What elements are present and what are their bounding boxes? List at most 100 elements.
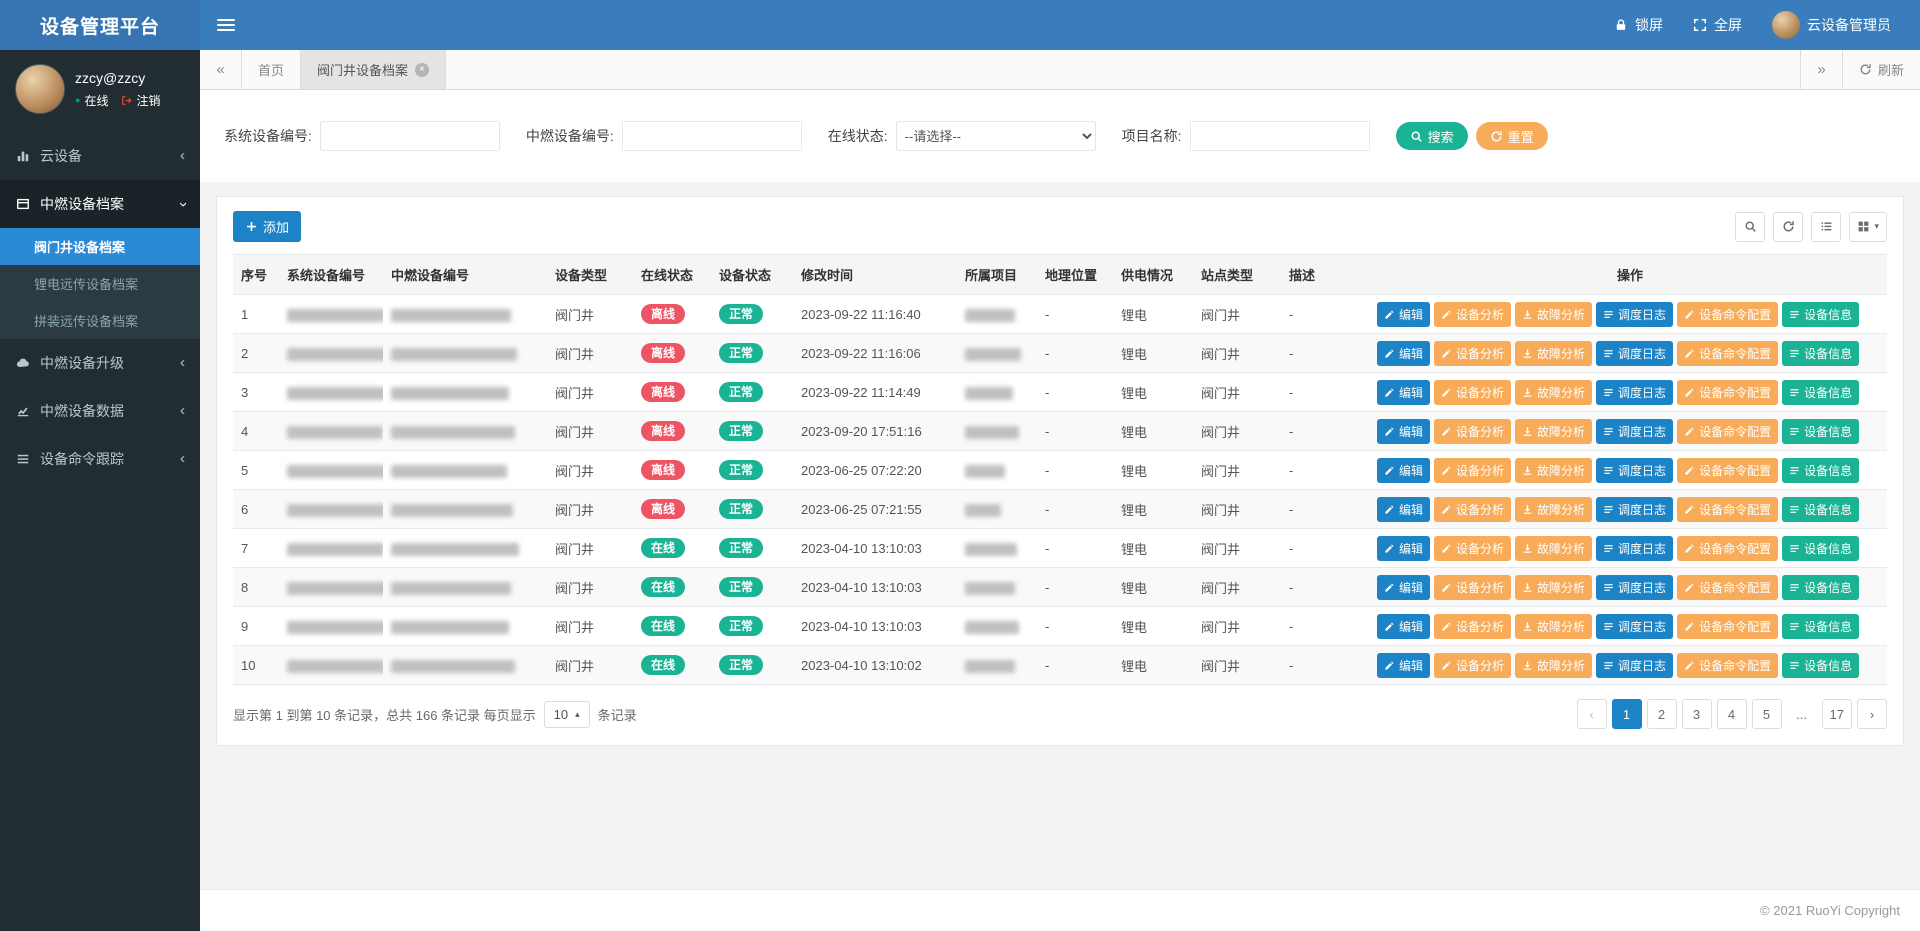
edit-button[interactable]: 编辑 xyxy=(1377,380,1430,405)
device-info-button[interactable]: 设备信息 xyxy=(1782,536,1859,561)
prev-page-button[interactable]: ‹ xyxy=(1577,699,1607,729)
dispatch-log-button[interactable]: 调度日志 xyxy=(1596,614,1673,639)
tabs-scroll-left-button[interactable]: « xyxy=(200,50,242,89)
sidebar-item-link[interactable]: 云设备‹ xyxy=(0,132,200,180)
fault-analysis-button[interactable]: 故障分析 xyxy=(1515,419,1592,444)
device-info-button[interactable]: 设备信息 xyxy=(1782,653,1859,678)
sidebar-subitem[interactable]: 阀门井设备档案 xyxy=(0,228,200,265)
sidebar-item-link[interactable]: 中燃设备升级‹ xyxy=(0,339,200,387)
table-columns-button[interactable] xyxy=(1811,212,1841,242)
logout-link[interactable]: 注销 xyxy=(136,92,160,109)
fault-analysis-button[interactable]: 故障分析 xyxy=(1515,341,1592,366)
table-search-button[interactable] xyxy=(1735,212,1765,242)
tab-active[interactable]: 阀门井设备档案× xyxy=(301,50,446,89)
page-button[interactable]: 5 xyxy=(1752,699,1782,729)
dispatch-log-button[interactable]: 调度日志 xyxy=(1596,575,1673,600)
tabs-scroll-right-button[interactable]: » xyxy=(1800,50,1842,89)
device-analysis-button[interactable]: 设备分析 xyxy=(1434,536,1511,561)
edit-button[interactable]: 编辑 xyxy=(1377,653,1430,678)
device-analysis-button[interactable]: 设备分析 xyxy=(1434,497,1511,522)
edit-button[interactable]: 编辑 xyxy=(1377,419,1430,444)
device-info-button[interactable]: 设备信息 xyxy=(1782,302,1859,327)
dispatch-log-button[interactable]: 调度日志 xyxy=(1596,536,1673,561)
fault-analysis-button[interactable]: 故障分析 xyxy=(1515,536,1592,561)
tab-item[interactable]: 首页 xyxy=(242,50,301,89)
dispatch-log-button[interactable]: 调度日志 xyxy=(1596,341,1673,366)
page-button[interactable]: 17 xyxy=(1822,699,1852,729)
device-info-button[interactable]: 设备信息 xyxy=(1782,419,1859,444)
device-analysis-button[interactable]: 设备分析 xyxy=(1434,458,1511,483)
reset-button[interactable]: 重置 xyxy=(1476,122,1548,150)
search-text-input[interactable] xyxy=(320,121,500,151)
sidebar-item-link[interactable]: 中燃设备数据‹ xyxy=(0,387,200,435)
edit-button[interactable]: 编辑 xyxy=(1377,536,1430,561)
sidebar-subitem[interactable]: 锂电远传设备档案 xyxy=(0,265,200,302)
online-status-select[interactable]: --请选择-- xyxy=(896,121,1096,151)
edit-button[interactable]: 编辑 xyxy=(1377,575,1430,600)
device-analysis-button[interactable]: 设备分析 xyxy=(1434,575,1511,600)
device-info-button[interactable]: 设备信息 xyxy=(1782,614,1859,639)
dispatch-log-button[interactable]: 调度日志 xyxy=(1596,302,1673,327)
command-config-button[interactable]: 设备命令配置 xyxy=(1677,458,1778,483)
sidebar-toggle-button[interactable] xyxy=(200,0,252,50)
fault-analysis-button[interactable]: 故障分析 xyxy=(1515,380,1592,405)
table-refresh-button[interactable] xyxy=(1773,212,1803,242)
sidebar-item-link[interactable]: 中燃设备档案‹ xyxy=(0,180,200,228)
close-tab-icon[interactable]: × xyxy=(415,63,429,77)
edit-button[interactable]: 编辑 xyxy=(1377,302,1430,327)
fault-analysis-button[interactable]: 故障分析 xyxy=(1515,614,1592,639)
device-analysis-button[interactable]: 设备分析 xyxy=(1434,380,1511,405)
dispatch-log-button[interactable]: 调度日志 xyxy=(1596,380,1673,405)
search-text-input[interactable] xyxy=(1190,121,1370,151)
page-size-select[interactable]: 10 ▴ xyxy=(544,701,590,728)
fault-analysis-button[interactable]: 故障分析 xyxy=(1515,458,1592,483)
edit-button[interactable]: 编辑 xyxy=(1377,497,1430,522)
dispatch-log-button[interactable]: 调度日志 xyxy=(1596,419,1673,444)
next-page-button[interactable]: › xyxy=(1857,699,1887,729)
page-button[interactable]: 1 xyxy=(1612,699,1642,729)
command-config-button[interactable]: 设备命令配置 xyxy=(1677,497,1778,522)
device-analysis-button[interactable]: 设备分析 xyxy=(1434,653,1511,678)
command-config-button[interactable]: 设备命令配置 xyxy=(1677,380,1778,405)
sidebar-subitem[interactable]: 拼装远传设备档案 xyxy=(0,302,200,339)
command-config-button[interactable]: 设备命令配置 xyxy=(1677,341,1778,366)
fault-analysis-button[interactable]: 故障分析 xyxy=(1515,575,1592,600)
add-button[interactable]: 添加 xyxy=(233,211,301,242)
lock-screen-button[interactable]: 锁屏 xyxy=(1599,0,1678,50)
device-analysis-button[interactable]: 设备分析 xyxy=(1434,341,1511,366)
edit-button[interactable]: 编辑 xyxy=(1377,341,1430,366)
device-analysis-button[interactable]: 设备分析 xyxy=(1434,302,1511,327)
fullscreen-button[interactable]: 全屏 xyxy=(1678,0,1757,50)
search-text-input[interactable] xyxy=(622,121,802,151)
fault-analysis-button[interactable]: 故障分析 xyxy=(1515,302,1592,327)
device-info-button[interactable]: 设备信息 xyxy=(1782,380,1859,405)
device-info-button[interactable]: 设备信息 xyxy=(1782,575,1859,600)
device-analysis-button[interactable]: 设备分析 xyxy=(1434,419,1511,444)
device-analysis-button[interactable]: 设备分析 xyxy=(1434,614,1511,639)
fault-analysis-button[interactable]: 故障分析 xyxy=(1515,653,1592,678)
refresh-tab-button[interactable]: 刷新 xyxy=(1842,50,1920,89)
page-button[interactable]: 4 xyxy=(1717,699,1747,729)
search-button[interactable]: 搜索 xyxy=(1396,122,1468,150)
dispatch-log-button[interactable]: 调度日志 xyxy=(1596,458,1673,483)
device-info-button[interactable]: 设备信息 xyxy=(1782,497,1859,522)
table-layout-button[interactable]: ▾ xyxy=(1849,212,1887,242)
command-config-button[interactable]: 设备命令配置 xyxy=(1677,419,1778,444)
command-config-button[interactable]: 设备命令配置 xyxy=(1677,575,1778,600)
device-info-button[interactable]: 设备信息 xyxy=(1782,458,1859,483)
device-info-button[interactable]: 设备信息 xyxy=(1782,341,1859,366)
fault-analysis-button[interactable]: 故障分析 xyxy=(1515,497,1592,522)
edit-button[interactable]: 编辑 xyxy=(1377,614,1430,639)
cell-cn-device-no xyxy=(383,334,547,373)
sidebar-item-link[interactable]: 设备命令跟踪‹ xyxy=(0,435,200,483)
page-button[interactable]: 3 xyxy=(1682,699,1712,729)
page-button[interactable]: 2 xyxy=(1647,699,1677,729)
user-menu[interactable]: 云设备管理员 xyxy=(1757,0,1906,50)
dispatch-log-button[interactable]: 调度日志 xyxy=(1596,497,1673,522)
command-config-button[interactable]: 设备命令配置 xyxy=(1677,536,1778,561)
edit-button[interactable]: 编辑 xyxy=(1377,458,1430,483)
command-config-button[interactable]: 设备命令配置 xyxy=(1677,302,1778,327)
dispatch-log-button[interactable]: 调度日志 xyxy=(1596,653,1673,678)
command-config-button[interactable]: 设备命令配置 xyxy=(1677,614,1778,639)
command-config-button[interactable]: 设备命令配置 xyxy=(1677,653,1778,678)
